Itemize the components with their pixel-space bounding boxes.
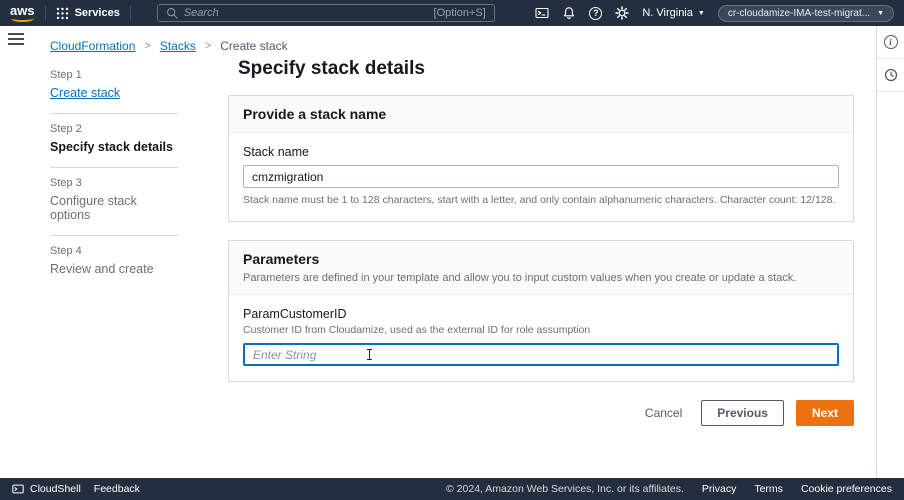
footer-right: © 2024, Amazon Web Services, Inc. or its…: [446, 483, 892, 495]
terminal-icon: [12, 483, 24, 495]
search-placeholder: Search: [184, 7, 428, 19]
side-menu-toggle[interactable]: [8, 33, 24, 48]
region-label: N. Virginia: [642, 7, 693, 19]
recently-visited-button[interactable]: [877, 59, 904, 92]
step-3-configure-stack-options: Step 3 Configure stack options: [50, 168, 178, 236]
stack-name-label: Stack name: [243, 145, 839, 159]
param-customer-id-label: ParamCustomerID: [243, 307, 839, 321]
gear-icon: [615, 6, 629, 20]
card-body: ParamCustomerID Customer ID from Cloudam…: [229, 295, 853, 381]
param-customer-id-input[interactable]: [243, 343, 839, 366]
clock-icon: [884, 68, 898, 82]
next-button[interactable]: Next: [796, 400, 854, 426]
step-label: Configure stack options: [50, 194, 178, 222]
step-number: Step 2: [50, 123, 178, 135]
parameters-description: Parameters are defined in your template …: [243, 272, 839, 284]
previous-button[interactable]: Previous: [701, 400, 784, 426]
card-body: Stack name Stack name must be 1 to 128 c…: [229, 133, 853, 221]
breadcrumb-current: Create stack: [220, 39, 287, 53]
wizard-actions: Cancel Previous Next: [228, 400, 854, 426]
footer-feedback-button[interactable]: Feedback: [94, 483, 140, 495]
settings-button[interactable]: [615, 6, 629, 20]
param-customer-id-helper: Customer ID from Cloudamize, used as the…: [243, 324, 839, 336]
text-cursor: [369, 349, 370, 360]
aws-logo[interactable]: aws: [10, 4, 35, 22]
help-button[interactable]: ?: [589, 7, 602, 20]
card-header: Parameters Parameters are defined in you…: [229, 241, 853, 295]
step-1-create-stack[interactable]: Step 1 Create stack: [50, 60, 178, 114]
footer-terms-link[interactable]: Terms: [754, 483, 783, 495]
info-panel-button[interactable]: i: [877, 26, 904, 59]
param-input-wrapper: [243, 343, 839, 366]
card-title: Parameters: [243, 251, 839, 267]
footer-cloudshell-button[interactable]: CloudShell: [12, 483, 81, 495]
terminal-icon: [535, 6, 549, 20]
feedback-label: Feedback: [94, 483, 140, 495]
breadcrumb: CloudFormation > Stacks > Create stack: [50, 39, 288, 53]
step-number: Step 3: [50, 177, 178, 189]
stack-name-helper-text: Stack name must be 1 to 128 characters, …: [243, 194, 839, 206]
notifications-button[interactable]: [562, 6, 576, 20]
copyright-text: © 2024, Amazon Web Services, Inc. or its…: [446, 483, 684, 495]
card-title: Provide a stack name: [243, 106, 839, 122]
cloudshell-button[interactable]: [535, 6, 549, 20]
breadcrumb-stacks[interactable]: Stacks: [160, 39, 196, 53]
cloudshell-label: CloudShell: [30, 483, 81, 495]
question-icon: ?: [589, 7, 602, 20]
divider: [130, 6, 131, 21]
cancel-button[interactable]: Cancel: [638, 400, 689, 426]
topbar-right-cluster: ? N. Virginia ▼ cr-cloudamize-IMA-test-m…: [535, 5, 894, 22]
hamburger-icon: [8, 33, 24, 35]
divider: [45, 6, 46, 21]
breadcrumb-cloudformation[interactable]: CloudFormation: [50, 39, 135, 53]
info-icon: i: [884, 35, 898, 49]
step-number: Step 4: [50, 245, 178, 257]
right-tools-rail: i: [876, 26, 904, 478]
stack-name-input[interactable]: [243, 165, 839, 188]
console-footer: CloudShell Feedback © 2024, Amazon Web S…: [0, 478, 904, 500]
chevron-down-icon: ▼: [698, 10, 705, 17]
wizard-steps-nav: Step 1 Create stack Step 2 Specify stack…: [50, 60, 178, 289]
services-label: Services: [75, 7, 120, 19]
bell-icon: [562, 6, 576, 20]
main-content: Specify stack details Provide a stack na…: [228, 58, 854, 426]
top-navigation-bar: aws Services Search [Option+S]: [0, 0, 904, 26]
search-shortcut-hint: [Option+S]: [434, 7, 486, 19]
step-label: Specify stack details: [50, 140, 178, 154]
step-2-specify-stack-details: Step 2 Specify stack details: [50, 114, 178, 168]
services-menu-button[interactable]: Services: [56, 7, 120, 20]
stack-name-card: Provide a stack name Stack name Stack na…: [228, 95, 854, 222]
footer-cookie-preferences-link[interactable]: Cookie preferences: [801, 483, 892, 495]
chevron-right-icon: >: [205, 40, 211, 52]
step-number: Step 1: [50, 69, 178, 81]
region-selector[interactable]: N. Virginia ▼: [642, 7, 704, 19]
grid-icon: [56, 7, 69, 20]
page-title: Specify stack details: [238, 58, 854, 80]
footer-privacy-link[interactable]: Privacy: [702, 483, 736, 495]
chevron-down-icon: ▼: [877, 10, 884, 17]
parameters-card: Parameters Parameters are defined in you…: [228, 240, 854, 382]
step-label[interactable]: Create stack: [50, 86, 178, 100]
step-4-review-and-create: Step 4 Review and create: [50, 236, 178, 289]
step-label: Review and create: [50, 262, 178, 276]
account-menu[interactable]: cr-cloudamize-IMA-test-migrat... ▼: [718, 5, 894, 22]
search-icon: [166, 7, 178, 19]
chevron-right-icon: >: [144, 40, 150, 52]
account-label: cr-cloudamize-IMA-test-migrat...: [728, 8, 870, 19]
card-header: Provide a stack name: [229, 96, 853, 133]
search-input[interactable]: Search [Option+S]: [157, 4, 495, 22]
